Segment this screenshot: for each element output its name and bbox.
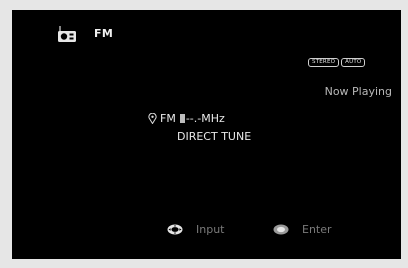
enter-hint-label: Enter: [302, 223, 332, 236]
frequency-value[interactable]: --.-MHz: [186, 112, 225, 125]
stereo-badge: STEREO: [308, 58, 340, 67]
enter-button-icon: [273, 224, 289, 235]
input-hint[interactable]: Input: [167, 223, 224, 236]
radio-icon: [58, 26, 76, 42]
auto-badge: AUTO: [341, 58, 366, 67]
frequency-row: FM --.-MHz: [148, 112, 225, 125]
signal-badges: STEREO AUTO: [308, 58, 366, 67]
input-cursor: [179, 114, 185, 123]
band-label: FM: [160, 112, 176, 125]
enter-hint[interactable]: Enter: [273, 223, 332, 236]
status-text: Now Playing: [324, 85, 392, 98]
tune-mode: DIRECT TUNE: [177, 130, 252, 143]
input-hint-label: Input: [196, 223, 225, 236]
cursor-pad-icon: [167, 224, 183, 235]
map-pin-icon: [148, 113, 157, 124]
source-label: FM: [94, 27, 114, 40]
tuner-screen: FM STEREO AUTO Now Playing FM --.-MHz DI…: [12, 10, 401, 259]
